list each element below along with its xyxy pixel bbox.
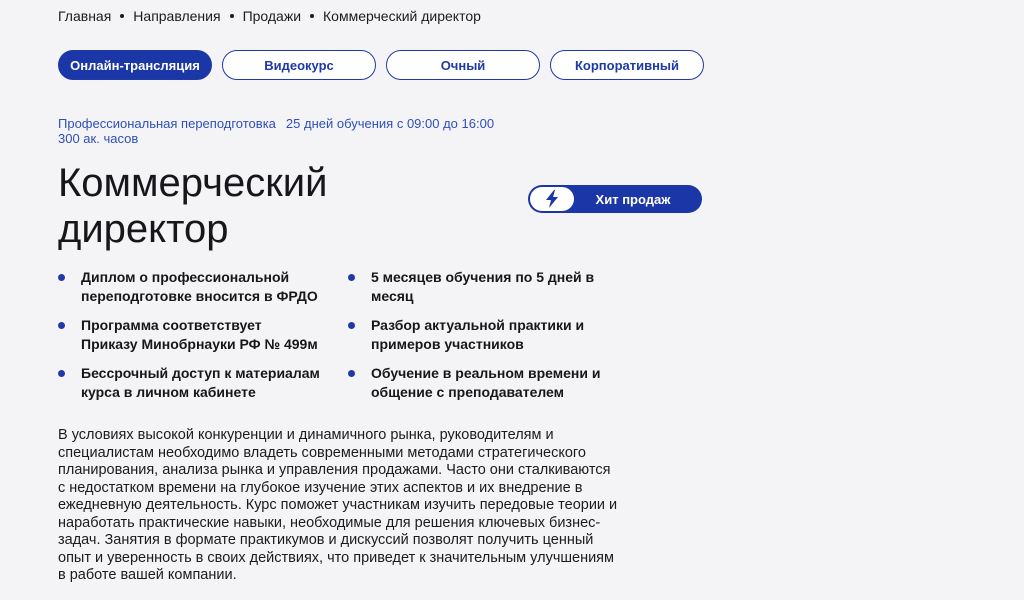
feature-item: Диплом о профессиональной переподготовке…: [58, 268, 348, 306]
breadcrumb-home[interactable]: Главная: [58, 8, 111, 24]
tab-corporate[interactable]: Корпоративный: [550, 50, 704, 80]
feature-item: Бессрочный доступ к материалам курса в л…: [58, 364, 348, 402]
breadcrumb-directions[interactable]: Направления: [133, 8, 220, 24]
breadcrumb-separator: [120, 14, 125, 18]
course-page: Главная Направления Продажи Коммерческий…: [0, 0, 1024, 600]
bullet-dot: [58, 274, 65, 281]
course-description: В условиях высокой конкуренции и динамич…: [58, 427, 618, 583]
feature-item: Программа соответствует Приказу Минобрна…: [58, 316, 348, 354]
breadcrumb-sales[interactable]: Продажи: [243, 8, 301, 24]
program-type: Профессиональная переподготовка: [58, 116, 276, 131]
bestseller-label: Хит продаж: [595, 191, 671, 207]
feature-list: Диплом о профессиональной переподготовке…: [58, 268, 638, 402]
feature-item: 5 месяцев обучения по 5 дней в месяц: [348, 268, 638, 306]
breadcrumb: Главная Направления Продажи Коммерческий…: [58, 8, 481, 24]
lightning-icon: [530, 187, 574, 211]
page-title: Коммерческий директор: [58, 161, 328, 251]
format-tabs: Онлайн-трансляция Видеокурс Очный Корпор…: [58, 50, 714, 80]
bestseller-badge: Хит продаж: [528, 185, 702, 213]
tab-online-stream[interactable]: Онлайн-трансляция: [58, 50, 212, 80]
breadcrumb-current: Коммерческий директор: [323, 8, 481, 24]
bullet-dot: [348, 370, 355, 377]
bullet-dot: [348, 274, 355, 281]
feature-text: Обучение в реальном времени и общение с …: [371, 365, 601, 400]
bullet-dot: [58, 322, 65, 329]
course-meta: Профессиональная переподготовка 25 дней …: [58, 116, 494, 146]
breadcrumb-separator: [229, 14, 234, 18]
feature-item: Разбор актуальной практики и примеров уч…: [348, 316, 638, 354]
tab-in-person[interactable]: Очный: [386, 50, 540, 80]
bullet-dot: [58, 370, 65, 377]
feature-text: Диплом о профессиональной переподготовке…: [81, 269, 318, 304]
feature-text: Бессрочный доступ к материалам курса в л…: [81, 365, 320, 400]
breadcrumb-separator: [310, 14, 315, 18]
feature-text: 5 месяцев обучения по 5 дней в месяц: [371, 269, 595, 304]
course-schedule: 25 дней обучения с 09:00 до 16:00: [285, 116, 495, 131]
feature-item: Обучение в реальном времени и общение с …: [348, 364, 638, 402]
feature-text: Разбор актуальной практики и примеров уч…: [371, 317, 585, 352]
bullet-dot: [348, 322, 355, 329]
tab-video-course[interactable]: Видеокурс: [222, 50, 376, 80]
course-hours: 300 ак. часов: [58, 131, 139, 146]
feature-text: Программа соответствует Приказу Минобрна…: [81, 317, 318, 352]
